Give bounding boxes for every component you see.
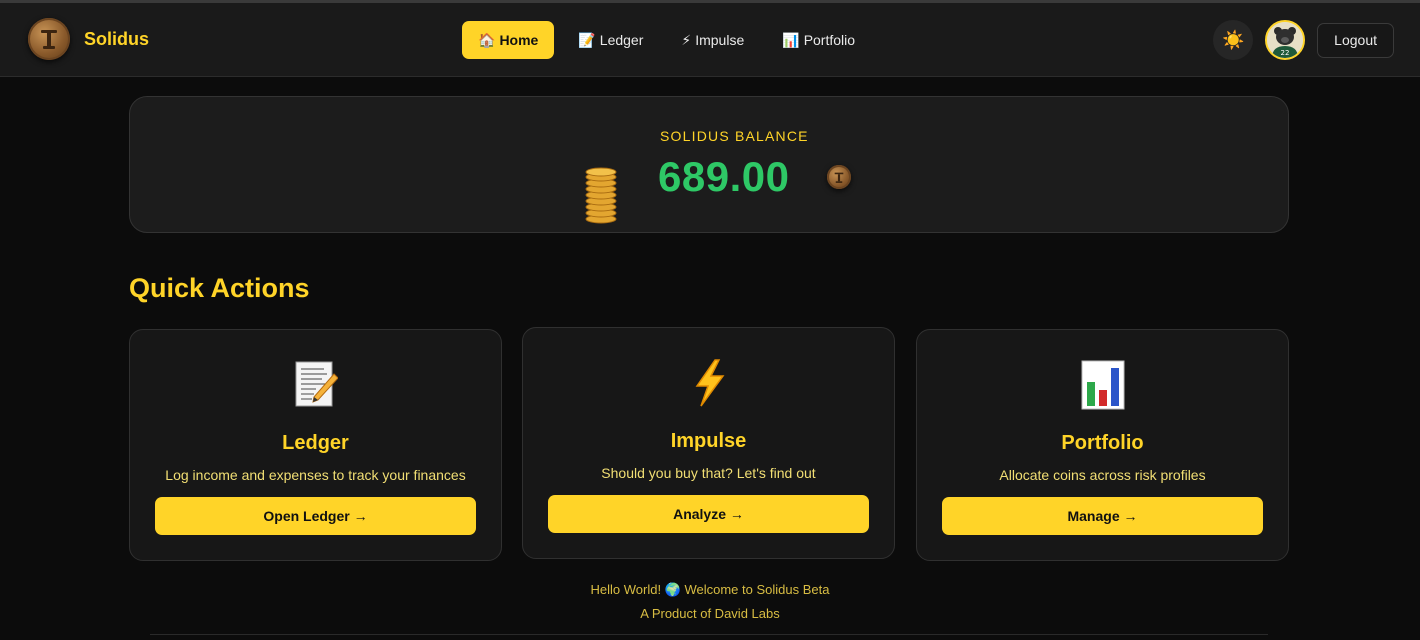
card-description-ledger: Log income and expenses to track your fi… <box>165 467 466 483</box>
manage-button[interactable]: Manage → <box>942 497 1263 535</box>
coin-stack-icon <box>584 167 618 230</box>
nav-impulse[interactable]: ⚡ Impulse <box>667 21 758 59</box>
card-description-portfolio: Allocate coins across risk profiles <box>999 467 1206 483</box>
sun-icon: ☀️ <box>1221 29 1245 50</box>
open-ledger-button[interactable]: Open Ledger → <box>155 497 476 535</box>
bear-avatar-icon: 22 <box>1267 22 1304 58</box>
quick-action-card-impulse: Impulse Should you buy that? Let's find … <box>522 327 895 559</box>
quick-actions-title: Quick Actions <box>129 273 310 303</box>
card-description-impulse: Should you buy that? Let's find out <box>601 465 816 481</box>
lightning-icon: ⚡ <box>681 31 692 48</box>
quick-action-card-ledger: Ledger Log income and expenses to track … <box>129 329 502 561</box>
nav-ledger-label: Ledger <box>599 32 644 48</box>
analyze-button[interactable]: Analyze → <box>548 495 869 533</box>
brand[interactable]: Solidus <box>28 18 149 60</box>
card-title-portfolio: Portfolio <box>1061 432 1144 454</box>
navbar: Solidus 🏠 Home 📝 Ledger ⚡ Impulse 📊 Port… <box>0 3 1420 77</box>
quick-action-card-portfolio: Portfolio Allocate coins across risk pro… <box>916 329 1289 561</box>
memo-icon: 📝 <box>578 31 596 48</box>
balance-value: 689.00 <box>658 153 790 200</box>
balance-label: SOLIDUS BALANCE <box>660 128 809 144</box>
house-icon: 🏠 <box>478 31 496 48</box>
nav-home-label: Home <box>499 32 539 48</box>
nav-portfolio-label: Portfolio <box>803 32 856 48</box>
card-title-impulse: Impulse <box>670 430 747 452</box>
theme-toggle-button[interactable]: ☀️ <box>1213 20 1254 60</box>
navbar-controls: ☀️ 22 Logout <box>1213 20 1394 60</box>
nav-portfolio[interactable]: 📊 Portfolio <box>768 21 869 59</box>
solidus-coin-icon <box>827 165 851 189</box>
brand-name: Solidus <box>84 28 150 49</box>
app-window: Solidus 🏠 Home 📝 Ledger ⚡ Impulse 📊 Port… <box>0 0 1420 640</box>
solidus-coin-logo-icon <box>28 18 70 60</box>
nav-ledger[interactable]: 📝 Ledger <box>564 21 657 59</box>
memo-icon <box>130 360 501 412</box>
lightning-icon <box>523 358 894 410</box>
footer-credit-text: A Product of David Labs <box>640 606 780 621</box>
nav-impulse-label: Impulse <box>695 32 745 48</box>
avatar[interactable]: 22 <box>1265 20 1306 60</box>
svg-text:22: 22 <box>1281 49 1290 57</box>
card-title-ledger: Ledger <box>282 432 349 454</box>
footer-divider <box>150 634 1268 635</box>
logout-button[interactable]: Logout <box>1317 22 1394 58</box>
balance-card: SOLIDUS BALANCE 689.00 <box>129 96 1289 233</box>
bar-chart-icon: 📊 <box>782 31 800 48</box>
main-nav: 🏠 Home 📝 Ledger ⚡ Impulse 📊 Portfolio <box>462 21 879 59</box>
bar-chart-icon <box>917 360 1288 412</box>
footer-welcome-text: Hello World! 🌍 Welcome to Solidus Beta <box>590 582 830 597</box>
nav-home[interactable]: 🏠 Home <box>462 21 555 59</box>
